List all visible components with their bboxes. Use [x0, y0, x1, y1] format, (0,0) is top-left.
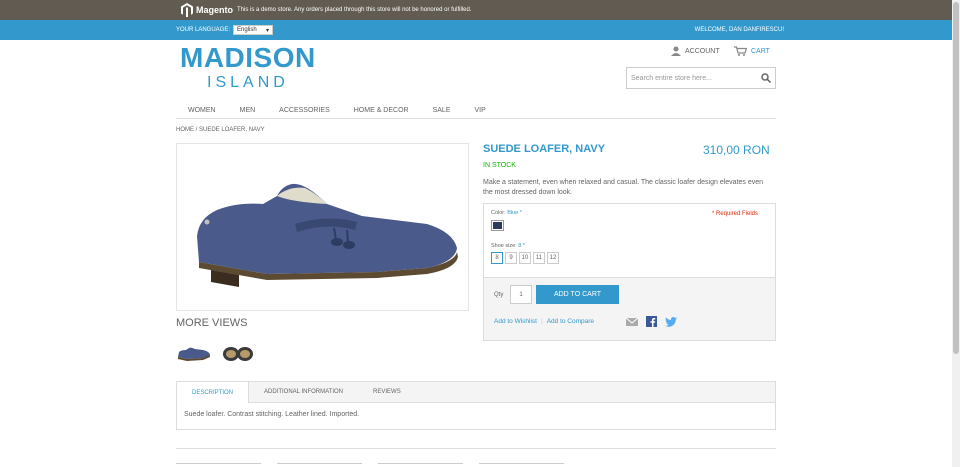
related-products-row: [176, 463, 564, 467]
product-main-image[interactable]: [176, 143, 469, 311]
link-separator: |: [541, 318, 543, 325]
search-placeholder: Search entire store here...: [631, 74, 712, 82]
nav-item-sale[interactable]: SALE: [421, 107, 463, 114]
thumbnail-2[interactable]: [220, 343, 256, 365]
add-to-compare-link[interactable]: Add to Compare: [547, 318, 594, 325]
language-value: English: [237, 27, 257, 33]
short-description: Make a statement, even when relaxed and …: [483, 179, 764, 196]
tab-bar: DESCRIPTION ADDITIONAL INFORMATION REVIE…: [177, 382, 775, 403]
size-swatches: 8 9 10 11 12: [491, 252, 559, 264]
user-icon: [671, 46, 681, 56]
loafer-thumbnail-side: [178, 347, 210, 361]
stock-status: IN STOCK: [483, 162, 516, 169]
thumbnail-list: [176, 343, 256, 365]
tab-reviews[interactable]: REVIEWS: [358, 382, 416, 402]
logo[interactable]: MADISON: [180, 42, 316, 74]
nav-item-men[interactable]: MEN: [228, 107, 268, 114]
color-value: Blue *: [507, 210, 522, 216]
color-label: Color:: [491, 210, 506, 216]
header: MADISON ISLAND ACCOUNT CART Search entir…: [0, 40, 960, 95]
demo-notice: This is a demo store. Any orders placed …: [237, 7, 472, 13]
product-options: Color: Blue * * Required Fields Shoe siz…: [483, 203, 776, 277]
tab-content: Suede loafer. Contrast stitching. Leathe…: [184, 411, 360, 418]
language-bar: YOUR LANGUAGE: English ▾ WELCOME, DAN DA…: [0, 20, 960, 40]
color-swatch-navy[interactable]: [491, 220, 504, 231]
demo-notice-bar: Magento This is a demo store. Any orders…: [0, 0, 960, 20]
main-nav: WOMEN MEN ACCESSORIES HOME & DECOR SALE …: [176, 101, 498, 119]
size-option-10[interactable]: 10: [519, 252, 531, 264]
facebook-icon[interactable]: [646, 316, 657, 327]
language-label: YOUR LANGUAGE:: [176, 27, 231, 33]
loafer-image: [197, 183, 458, 287]
magento-logo: Magento: [181, 3, 233, 17]
scrollbar[interactable]: [952, 0, 960, 467]
required-fields-note: * Required Fields: [712, 211, 759, 217]
product-tabs: DESCRIPTION ADDITIONAL INFORMATION REVIE…: [176, 381, 776, 430]
social-share: [626, 316, 677, 327]
language-select[interactable]: English ▾: [233, 25, 274, 35]
nav-item-women[interactable]: WOMEN: [176, 107, 228, 114]
logo-subtitle[interactable]: ISLAND: [207, 74, 289, 92]
tab-description[interactable]: DESCRIPTION: [177, 382, 250, 403]
search-icon[interactable]: [761, 73, 771, 83]
cart-icon: [734, 46, 747, 56]
product-links: Add to Wishlist | Add to Compare: [494, 318, 594, 325]
breadcrumb-home[interactable]: HOME: [176, 127, 194, 133]
breadcrumb-separator: /: [195, 127, 198, 133]
more-views-heading: MORE VIEWS: [176, 317, 248, 329]
section-divider: [176, 448, 776, 449]
search-input[interactable]: Search entire store here...: [626, 67, 776, 89]
size-label: Shoe size:: [491, 243, 517, 249]
email-icon[interactable]: [626, 317, 638, 326]
add-to-wishlist-link[interactable]: Add to Wishlist: [494, 318, 537, 325]
magento-logo-text: Magento: [196, 5, 233, 15]
add-to-cart-box: Qty 1 ADD TO CART Add to Wishlist | Add …: [483, 277, 776, 341]
related-product[interactable]: [277, 463, 362, 467]
qty-label: Qty: [494, 292, 504, 298]
size-option-label: Shoe size: 8 *: [491, 243, 525, 249]
nav-divider: [176, 118, 776, 119]
qty-input[interactable]: 1: [510, 285, 532, 304]
cart-link[interactable]: CART: [734, 46, 770, 56]
product-name: SUEDE LOAFER, NAVY: [483, 143, 606, 155]
loafer-thumbnail-top: [223, 347, 253, 361]
product-price: 310,00 RON: [703, 143, 770, 157]
tab-additional-information[interactable]: ADDITIONAL INFORMATION: [249, 382, 358, 402]
cart-label: CART: [751, 47, 770, 55]
account-label: ACCOUNT: [685, 47, 720, 55]
size-option-9[interactable]: 9: [505, 252, 517, 264]
nav-item-vip[interactable]: VIP: [463, 107, 498, 114]
magento-logo-icon: [181, 3, 193, 17]
thumbnail-1[interactable]: [176, 343, 212, 365]
color-swatch-fill: [493, 222, 502, 229]
size-option-8[interactable]: 8: [491, 252, 503, 264]
related-product[interactable]: [176, 463, 261, 467]
size-value: 8 *: [518, 243, 525, 249]
twitter-icon[interactable]: [665, 316, 677, 327]
color-option-label: Color: Blue *: [491, 210, 522, 216]
nav-item-home-decor[interactable]: HOME & DECOR: [342, 107, 421, 114]
size-option-11[interactable]: 11: [533, 252, 545, 264]
related-product[interactable]: [378, 463, 463, 467]
nav-item-accessories[interactable]: ACCESSORIES: [267, 107, 342, 114]
add-to-cart-button[interactable]: ADD TO CART: [536, 285, 619, 304]
size-option-12[interactable]: 12: [547, 252, 559, 264]
chevron-down-icon: ▾: [266, 27, 270, 34]
welcome-message: WELCOME, DAN DANFIRESCU!: [694, 27, 784, 33]
scrollbar-thumb[interactable]: [953, 2, 959, 354]
related-product[interactable]: [479, 463, 564, 467]
breadcrumb-current: SUEDE LOAFER, NAVY: [199, 127, 265, 133]
breadcrumb: HOME / SUEDE LOAFER, NAVY: [176, 127, 265, 133]
account-link[interactable]: ACCOUNT: [671, 46, 720, 56]
